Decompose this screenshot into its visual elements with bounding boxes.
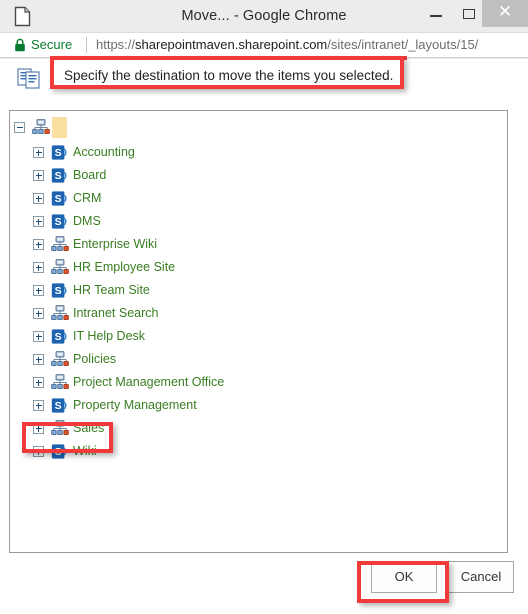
svg-text:S: S [55,285,62,297]
dialog-footer: OK Cancel [0,553,528,614]
page-icon [14,6,31,27]
svg-text:S: S [55,193,62,205]
network-site-icon [51,374,69,391]
secure-label: Secure [31,37,73,52]
tree-item-label[interactable]: Enterprise Wiki [73,237,157,251]
svg-text:S: S [55,446,62,458]
tree-expand-toggle[interactable] [33,354,44,365]
copy-move-documents-icon [17,66,43,90]
tree-expand-toggle[interactable] [33,423,44,434]
instruction-text: Specify the destination to move the item… [64,68,394,83]
sharepoint-site-icon: S [51,213,69,230]
svg-text:S: S [55,216,62,228]
tree-expand-toggle[interactable] [33,446,44,457]
sharepoint-site-icon: S [51,190,69,207]
tree-item-label[interactable]: Sales [73,421,104,435]
network-site-icon [51,236,69,253]
sharepoint-site-icon: S [51,443,69,460]
tree-root-selection-highlight [52,117,67,138]
tree-expand-toggle[interactable] [33,377,44,388]
tree-expand-toggle[interactable] [33,285,44,296]
tree-expand-toggle[interactable] [33,147,44,158]
lock-icon [14,38,26,52]
tree-expand-toggle[interactable] [33,170,44,181]
network-site-icon [32,119,50,136]
sharepoint-site-icon: S [51,328,69,345]
tree-expand-toggle[interactable] [33,239,44,250]
tree-expand-toggle[interactable] [33,193,44,204]
tree-item-label[interactable]: Accounting [73,145,135,159]
tree-expand-toggle[interactable] [33,308,44,319]
url-path: /sites/intranet/_layouts/15/ [327,37,479,52]
dialog-body: Specify the destination to move the item… [0,59,528,614]
network-site-icon [51,351,69,368]
tree-expand-toggle[interactable] [33,400,44,411]
tree-item-label[interactable]: Wiki [73,444,97,458]
svg-text:S: S [55,147,62,159]
svg-text:S: S [55,170,62,182]
tree-item-label[interactable]: Project Management Office [73,375,224,389]
sharepoint-site-icon: S [51,144,69,161]
minimize-icon [430,15,442,17]
tree-expand-toggle[interactable] [33,331,44,342]
tree-expand-toggle[interactable] [33,216,44,227]
network-site-icon [51,305,69,322]
tree-item-label[interactable]: DMS [73,214,101,228]
svg-text:S: S [55,331,62,343]
sharepoint-site-icon: S [51,167,69,184]
tree-item-label[interactable]: IT Help Desk [73,329,145,343]
tree-item-label[interactable]: HR Team Site [73,283,150,297]
ok-button[interactable]: OK [371,561,437,593]
chrome-dialog-window: Move... - Google Chrome ✕ Secure https:/… [0,0,528,614]
sharepoint-site-icon: S [51,397,69,414]
title-bar: Move... - Google Chrome ✕ [0,0,528,33]
close-button[interactable]: ✕ [482,0,528,27]
tree-expand-toggle[interactable] [33,262,44,273]
maximize-icon [463,9,475,19]
network-site-icon [51,420,69,437]
cancel-button[interactable]: Cancel [448,561,514,593]
svg-text:S: S [55,400,62,412]
tree-root-collapse-toggle[interactable] [14,122,25,133]
network-site-icon [51,259,69,276]
tree-item-label[interactable]: Policies [73,352,116,366]
address-bar[interactable]: Secure https://sharepointmaven.sharepoin… [0,33,528,58]
instruction-bar: Specify the destination to move the item… [0,59,528,104]
tree-item-label[interactable]: Property Management [73,398,197,412]
tree-item-label[interactable]: HR Employee Site [73,260,175,274]
address-separator [86,37,87,53]
tree-item-label[interactable]: Intranet Search [73,306,158,320]
url-domain: sharepointmaven.sharepoint.com [135,37,328,52]
tree-item-label[interactable]: CRM [73,191,101,205]
url-text[interactable]: https://sharepointmaven.sharepoint.com/s… [96,37,478,52]
close-icon: ✕ [497,2,513,22]
site-tree-panel[interactable]: S Accounting S Board S CRM S DMS Enterprise Wiki… [9,110,508,553]
tree-item-label[interactable]: Board [73,168,106,182]
url-scheme: https:// [96,37,136,52]
sharepoint-site-icon: S [51,282,69,299]
